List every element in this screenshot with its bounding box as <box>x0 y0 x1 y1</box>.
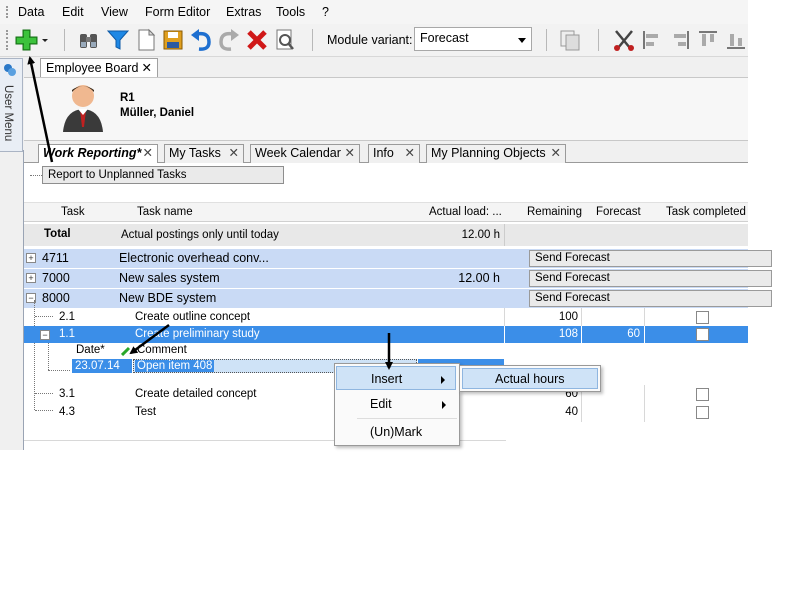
annotation-arrow <box>27 56 54 163</box>
annotation-arrow <box>129 323 170 355</box>
annotation-overlay <box>27 56 393 370</box>
